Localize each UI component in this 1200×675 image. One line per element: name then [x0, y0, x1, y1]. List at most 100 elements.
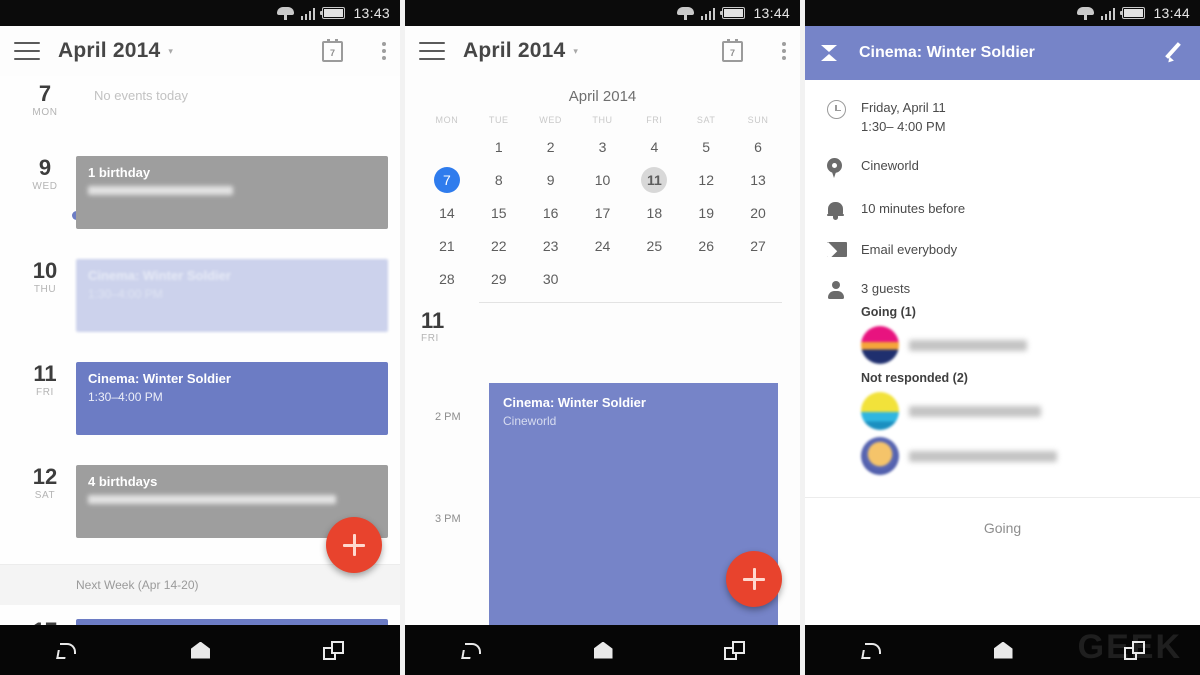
recents-icon[interactable]: [723, 640, 745, 660]
agenda-row[interactable]: 17 THU: [0, 613, 400, 625]
month-day-cell[interactable]: 14: [421, 198, 473, 228]
recents-icon[interactable]: [1123, 640, 1145, 660]
hamburger-icon[interactable]: [14, 42, 40, 60]
month-day-cell[interactable]: 12: [680, 165, 732, 195]
event-detail-title: Cinema: Winter Soldier: [859, 44, 1035, 61]
overflow-menu-icon[interactable]: [781, 41, 786, 62]
month-title: April 2014: [568, 88, 637, 105]
overflow-menu-icon[interactable]: [381, 41, 386, 62]
detail-row-guests[interactable]: 3 guests Going (1) Not responded (2): [805, 269, 1200, 485]
agenda-event[interactable]: Cinema: Winter Soldier 1:30–4:00 PM: [76, 362, 388, 435]
detail-row-reminder[interactable]: 10 minutes before: [805, 189, 1200, 230]
agenda-list[interactable]: 7 MON No events today 9 WED 1 birthday 1…: [0, 76, 400, 625]
guest-list-item[interactable]: [861, 392, 1182, 430]
agenda-row[interactable]: 10 THU Cinema: Winter Soldier 1:30–4:00 …: [0, 253, 400, 336]
recents-icon[interactable]: [322, 640, 344, 660]
month-day-cell[interactable]: 10: [577, 165, 629, 195]
calendar-today-icon[interactable]: 7: [722, 38, 743, 62]
month-day-number: 6: [754, 139, 762, 155]
detail-row-email[interactable]: Email everybody: [805, 230, 1200, 269]
month-day-cell[interactable]: 26: [680, 231, 732, 261]
clock-icon: [827, 100, 846, 119]
event-detail-app-bar: Cinema: Winter Soldier: [805, 26, 1200, 80]
chevron-down-icon[interactable]: ▾: [168, 46, 173, 57]
agenda-day-column: 10 THU: [14, 253, 76, 296]
rsvp-going-button[interactable]: Going: [805, 498, 1200, 558]
back-icon[interactable]: [56, 641, 78, 659]
month-day-cell[interactable]: 3: [577, 132, 629, 162]
month-day-cell[interactable]: 27: [732, 231, 784, 261]
month-day-cell[interactable]: 1: [473, 132, 525, 162]
agenda-event[interactable]: 1 birthday: [76, 156, 388, 229]
agenda-row[interactable]: 9 WED 1 birthday: [0, 150, 400, 233]
month-day-cell[interactable]: 24: [577, 231, 629, 261]
month-day-cell[interactable]: 18: [628, 198, 680, 228]
hour-label: 3 PM: [435, 513, 461, 525]
guest-list-item[interactable]: [861, 437, 1182, 475]
event-subtitle-blurred: [88, 495, 336, 504]
chevron-down-icon[interactable]: ▾: [573, 46, 578, 57]
month-day-cell[interactable]: 19: [680, 198, 732, 228]
collapse-icon[interactable]: [821, 44, 837, 62]
day-view-day-number: 11: [421, 308, 445, 333]
month-day-cell[interactable]: 9: [525, 165, 577, 195]
event-subtitle: 1:30–4:00 PM: [88, 390, 163, 404]
event-detail-body[interactable]: Friday, April 11 1:30– 4:00 PM Cineworld…: [805, 80, 1200, 625]
mini-month-calendar[interactable]: April 2014 MON TUE WED THU FRI SAT SUN 1 2 3 4 5 6 7 8…: [405, 76, 800, 294]
month-day-cell[interactable]: 17: [577, 198, 629, 228]
add-event-fab[interactable]: [726, 551, 782, 607]
month-day-cell[interactable]: 16: [525, 198, 577, 228]
event-title: Cinema: Winter Soldier: [88, 268, 231, 283]
month-day-cell[interactable]: 13: [732, 165, 784, 195]
edit-pencil-icon[interactable]: [1162, 42, 1184, 64]
add-event-fab[interactable]: [326, 517, 382, 573]
month-dow-header: THU: [592, 115, 613, 125]
phone-panel-month: 13:44 April 2014 ▾ 7 April 2014 MON TUE WE…: [405, 0, 800, 675]
month-day-cell[interactable]: 22: [473, 231, 525, 261]
month-day-cell[interactable]: 2: [525, 132, 577, 162]
month-grid[interactable]: MON TUE WED THU FRI SAT SUN 1 2 3 4 5 6 7 8 9 10 11 12 13 14…: [421, 115, 784, 294]
month-day-cell[interactable]: 7: [421, 165, 473, 195]
back-icon[interactable]: [461, 641, 483, 659]
month-dow-header: WED: [539, 115, 563, 125]
home-icon[interactable]: [593, 641, 613, 659]
month-day-number: 29: [490, 271, 507, 287]
signal-icon: [700, 7, 716, 20]
location-icon: [827, 158, 842, 179]
month-day-cell[interactable]: 21: [421, 231, 473, 261]
hamburger-icon[interactable]: [419, 42, 445, 60]
agenda-row[interactable]: 11 FRI Cinema: Winter Soldier 1:30–4:00 …: [0, 356, 400, 439]
agenda-event[interactable]: Cinema: Winter Soldier 1:30–4:00 PM: [76, 259, 388, 332]
month-day-cell[interactable]: 28: [421, 264, 473, 294]
agenda-row[interactable]: 7 MON No events today: [0, 76, 400, 128]
month-day-cell[interactable]: 23: [525, 231, 577, 261]
event-date: Friday, April 11: [861, 100, 946, 115]
day-view[interactable]: 11 FRI 2 PM 3 PM Cinema: Winter Soldier …: [405, 303, 800, 625]
month-day-cell[interactable]: 20: [732, 198, 784, 228]
agenda-day-column: 17 THU: [14, 613, 76, 626]
detail-row-time[interactable]: Friday, April 11 1:30– 4:00 PM: [805, 88, 1200, 146]
detail-row-location[interactable]: Cineworld: [805, 146, 1200, 189]
month-day-cell[interactable]: 15: [473, 198, 525, 228]
month-day-number: 1: [494, 139, 503, 155]
guest-name-blurred: [909, 450, 1057, 462]
guest-group-label: Going (1): [861, 305, 916, 319]
month-day-cell[interactable]: 6: [732, 132, 784, 162]
calendar-today-icon[interactable]: 7: [322, 38, 343, 62]
guest-name-blurred: [909, 339, 1027, 351]
month-day-number: 25: [646, 238, 663, 254]
month-day-cell[interactable]: 11: [628, 165, 680, 195]
guest-list-item[interactable]: [861, 326, 1182, 364]
back-icon[interactable]: [861, 641, 883, 659]
month-day-cell[interactable]: 8: [473, 165, 525, 195]
month-day-number: 19: [698, 205, 714, 221]
month-day-cell[interactable]: 25: [628, 231, 680, 261]
month-day-cell[interactable]: 30: [525, 264, 577, 294]
agenda-event[interactable]: [76, 619, 388, 625]
event-location: Cineworld: [503, 414, 557, 428]
month-day-cell[interactable]: 29: [473, 264, 525, 294]
month-day-cell[interactable]: 5: [680, 132, 732, 162]
home-icon[interactable]: [993, 641, 1013, 659]
month-day-cell[interactable]: 4: [628, 132, 680, 162]
home-icon[interactable]: [190, 641, 210, 659]
